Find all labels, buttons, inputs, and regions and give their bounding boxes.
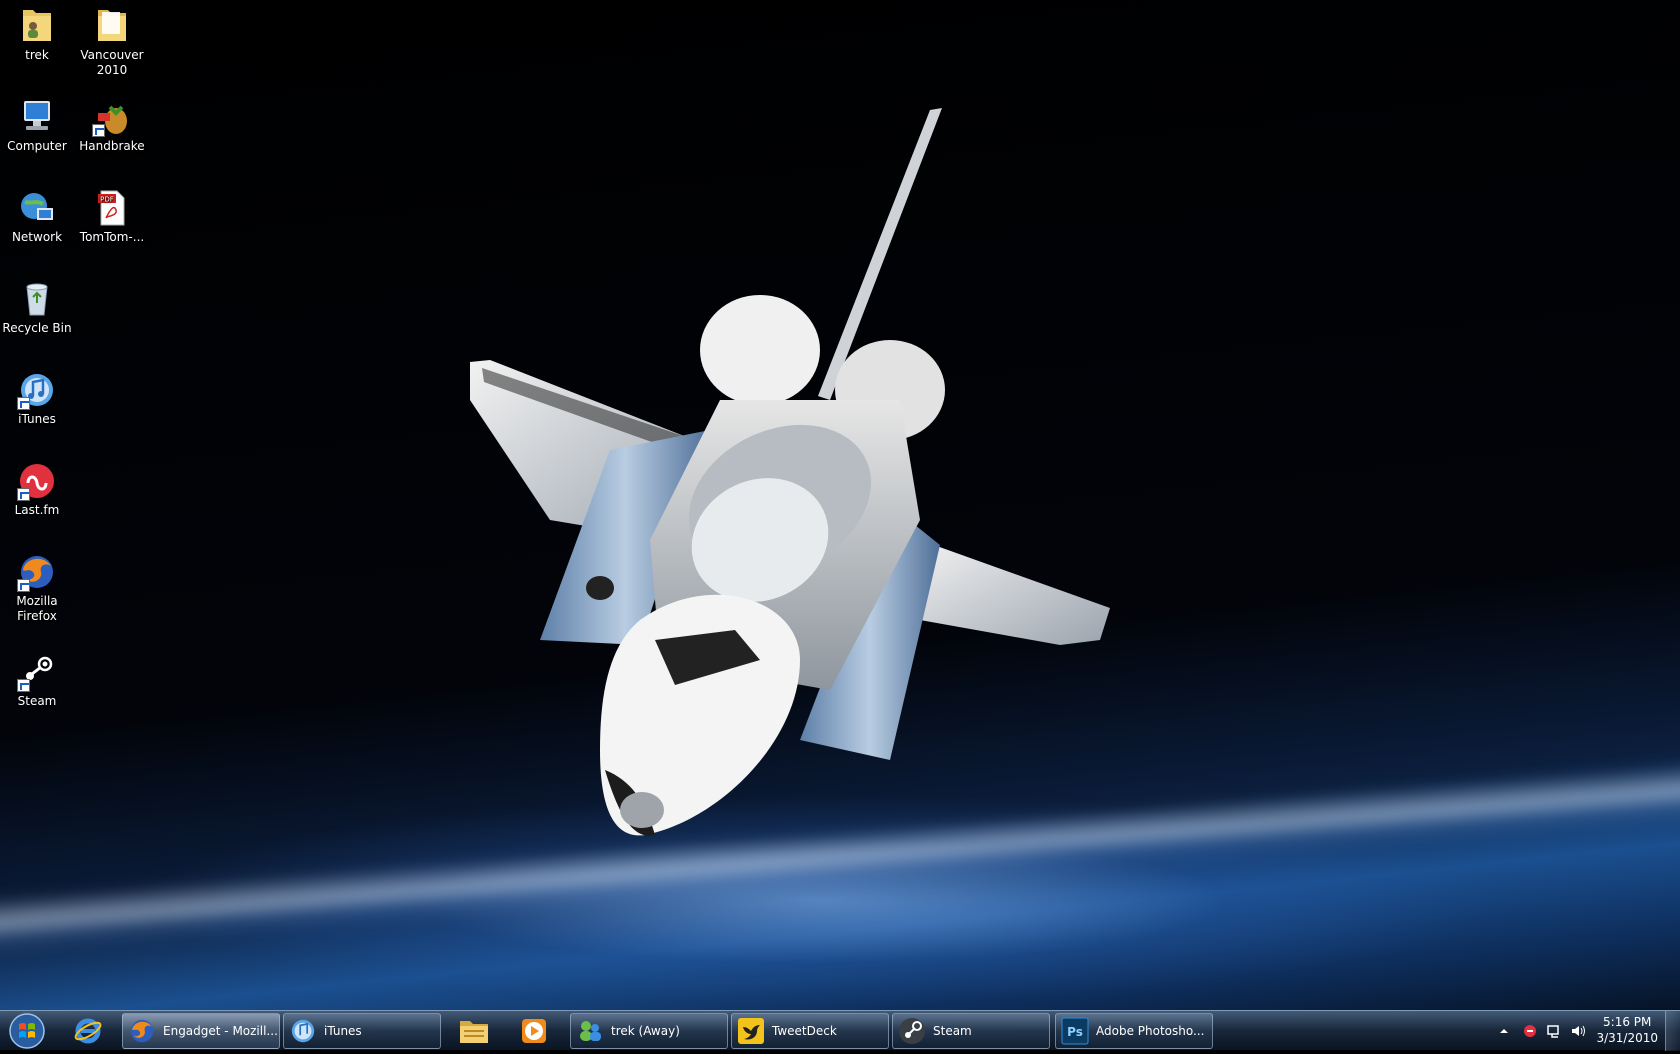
photoshop-icon: Ps bbox=[1061, 1017, 1089, 1045]
desktop-icon-steam[interactable]: Steam bbox=[0, 652, 75, 709]
taskbar-item-label: Steam bbox=[933, 1024, 972, 1038]
desktop-icon-label: TomTom-... bbox=[79, 230, 145, 244]
desktop-icon-label: Network bbox=[11, 230, 63, 244]
shortcut-arrow-icon bbox=[92, 124, 105, 137]
taskbar-item-label: iTunes bbox=[324, 1024, 362, 1038]
desktop-icon-label: iTunes bbox=[18, 412, 56, 426]
user-folder-icon bbox=[17, 6, 57, 46]
desktop-icon-label: Steam bbox=[17, 694, 57, 708]
desktop-wallpaper: trek Vancouver 2010 Computer Handbrake N… bbox=[0, 0, 1680, 1010]
desktop-icon-trek[interactable]: trek bbox=[0, 6, 75, 63]
taskbar-item-label: Adobe Photosho... bbox=[1096, 1024, 1205, 1038]
desktop-icon-recycle-bin[interactable]: Recycle Bin bbox=[0, 279, 75, 336]
desktop-icon-lastfm[interactable]: Last.fm bbox=[0, 461, 75, 518]
svg-text:Ps: Ps bbox=[1067, 1025, 1083, 1039]
shortcut-arrow-icon bbox=[17, 488, 30, 501]
pinned-internet-explorer[interactable] bbox=[62, 1014, 114, 1048]
start-button[interactable] bbox=[4, 1012, 50, 1050]
windows-start-icon bbox=[9, 1013, 45, 1049]
taskbar-item-tweetdeck[interactable]: TweetDeck bbox=[731, 1013, 889, 1049]
taskbar: Engadget - Mozill... iTunes trek (Away) … bbox=[0, 1010, 1680, 1051]
taskbar-item-label: trek (Away) bbox=[611, 1024, 680, 1038]
computer-icon bbox=[17, 97, 57, 137]
clock-date: 3/31/2010 bbox=[1596, 1031, 1658, 1045]
media-player-icon bbox=[522, 1019, 546, 1043]
desktop-icon-label: Mozilla Firefox bbox=[16, 594, 58, 623]
desktop-icon-label: Handbrake bbox=[79, 139, 145, 153]
desktop-icon-label: trek bbox=[25, 48, 49, 62]
taskbar-item-adobe-photoshop[interactable]: Ps Adobe Photosho... bbox=[1055, 1013, 1213, 1049]
taskbar-item-engadget[interactable]: Engadget - Mozill... bbox=[122, 1013, 280, 1049]
network-icon bbox=[17, 188, 57, 228]
firefox-icon bbox=[17, 552, 57, 592]
shortcut-arrow-icon bbox=[17, 679, 30, 692]
desktop-icon-label: Computer bbox=[7, 139, 67, 153]
taskbar-item-trek-away[interactable]: trek (Away) bbox=[570, 1013, 728, 1049]
steam-icon bbox=[899, 1018, 925, 1044]
lastfm-icon bbox=[17, 461, 57, 501]
taskbar-item-label: TweetDeck bbox=[772, 1024, 837, 1038]
tweetdeck-icon bbox=[738, 1018, 764, 1044]
messenger-icon bbox=[580, 1021, 601, 1041]
show-desktop-button[interactable] bbox=[1665, 1011, 1680, 1051]
system-tray: 5:16 PM 3/31/2010 bbox=[1480, 1011, 1680, 1051]
desktop-icon-computer[interactable]: Computer bbox=[0, 97, 75, 154]
folder-icon bbox=[460, 1021, 488, 1043]
internet-explorer-icon bbox=[74, 1018, 102, 1044]
pdf-icon: PDF bbox=[92, 188, 132, 228]
pinned-windows-explorer[interactable] bbox=[448, 1014, 500, 1048]
desktop-icon-label: Last.fm bbox=[14, 503, 60, 517]
desktop-icon-tomtom[interactable]: PDF TomTom-... bbox=[74, 188, 150, 245]
desktop-icon-handbrake[interactable]: Handbrake bbox=[74, 97, 150, 154]
desktop-icon-vancouver-2010[interactable]: Vancouver 2010 bbox=[74, 6, 150, 78]
recycle-bin-icon bbox=[17, 279, 57, 319]
desktop-icon-label: Vancouver 2010 bbox=[80, 48, 144, 77]
action-center-icon[interactable] bbox=[1546, 1023, 1562, 1039]
space-shuttle-image bbox=[470, 108, 1110, 836]
desktop-icon-mozilla-firefox[interactable]: Mozilla Firefox bbox=[0, 552, 75, 624]
clock[interactable]: 5:16 PM 3/31/2010 bbox=[1596, 1014, 1658, 1046]
itunes-icon bbox=[291, 1019, 315, 1043]
shortcut-arrow-icon bbox=[17, 397, 30, 410]
taskbar-item-itunes[interactable]: iTunes bbox=[283, 1013, 441, 1049]
taskbar-item-label: Engadget - Mozill... bbox=[163, 1024, 278, 1038]
desktop-icon-label: Recycle Bin bbox=[2, 321, 72, 335]
folder-icon bbox=[92, 6, 132, 46]
show-hidden-icons-arrow[interactable] bbox=[1496, 1023, 1512, 1039]
taskbar-item-steam[interactable]: Steam bbox=[892, 1013, 1050, 1049]
shortcut-arrow-icon bbox=[17, 579, 30, 592]
firefox-icon bbox=[130, 1019, 154, 1043]
pinned-media-player[interactable] bbox=[508, 1014, 560, 1048]
steam-icon bbox=[17, 652, 57, 692]
itunes-icon bbox=[17, 370, 57, 410]
desktop-icon-network[interactable]: Network bbox=[0, 188, 75, 245]
tray-app-icon[interactable] bbox=[1522, 1023, 1538, 1039]
volume-icon[interactable] bbox=[1570, 1023, 1586, 1039]
handbrake-icon bbox=[92, 97, 132, 137]
desktop-icon-itunes[interactable]: iTunes bbox=[0, 370, 75, 427]
svg-text:PDF: PDF bbox=[100, 196, 114, 204]
clock-time: 5:16 PM bbox=[1603, 1015, 1652, 1029]
